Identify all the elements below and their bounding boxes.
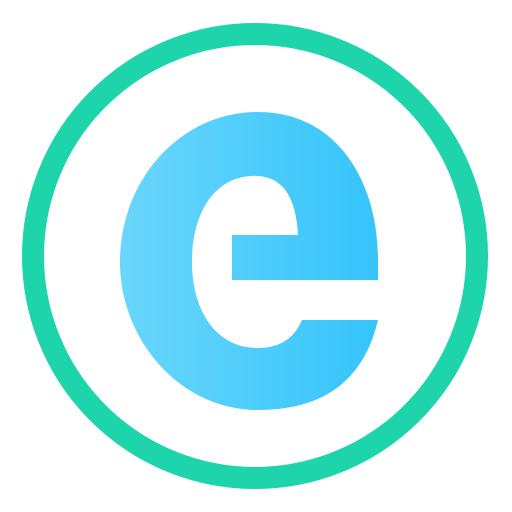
ring-icon [0,0,512,512]
icon-artwork [22,23,488,489]
e-letter-icon [120,112,378,410]
app-icon [0,0,512,512]
